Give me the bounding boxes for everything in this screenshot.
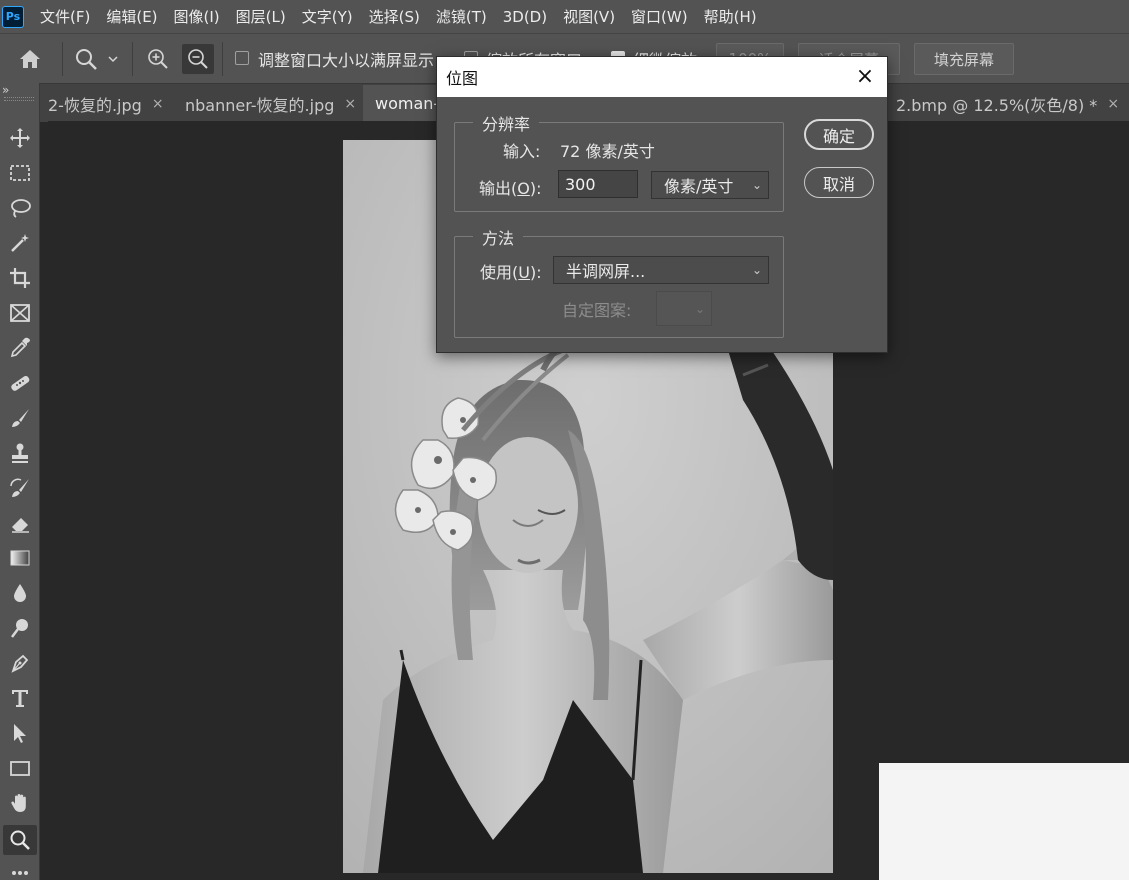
menu-select[interactable]: 选择(S) [369,6,420,27]
custom-pattern-label: 自定图案: [562,301,632,320]
input-resolution-value: 72 像素/英寸 [560,142,655,161]
ok-button[interactable]: 确定 [804,119,874,150]
output-resolution-input[interactable]: 300 [558,170,638,198]
menu-bar: Ps 文件(F) 编辑(E) 图像(I) 图层(L) 文字(Y) 选择(S) 滤… [0,0,1129,33]
menu-image[interactable]: 图像(I) [174,6,220,27]
tab-document-1[interactable]: 2-恢复的.jpg × [40,85,177,122]
eraser-tool-icon[interactable] [3,508,37,538]
zoom-tool-preset-icon[interactable] [70,44,102,74]
zoom-in-icon[interactable] [142,44,174,74]
menu-layer[interactable]: 图层(L) [236,6,286,27]
close-icon[interactable]: × [152,96,164,112]
type-tool-icon[interactable] [3,683,37,713]
menu-edit[interactable]: 编辑(E) [106,6,157,27]
path-selection-tool-icon[interactable] [3,718,37,748]
close-icon[interactable]: × [1107,96,1119,112]
tab-label: 2.bmp @ 12.5%(灰色/8) * [896,95,1098,115]
menu-file[interactable]: 文件(F) [40,6,90,27]
tab-document-2[interactable]: nbanner-恢复的.jpg × [173,85,370,122]
separator [62,42,63,76]
input-resolution-label: 输入: [503,142,541,161]
close-icon[interactable]: × [853,64,877,89]
menu-3d[interactable]: 3D(D) [503,8,547,26]
collapse-panel-icon[interactable]: » [2,83,9,97]
tab-label: 2-恢复的.jpg [48,95,142,115]
separator [222,42,223,76]
separator [132,42,133,76]
panel-grip[interactable] [4,97,34,101]
history-brush-tool-icon[interactable] [3,473,37,503]
hand-tool-icon[interactable] [3,788,37,818]
bitmap-dialog: 位图 × 分辨率 输入: 72 像素/英寸 输出(O): 300 像素/英寸 ⌄… [436,56,888,353]
output-unit-select[interactable]: 像素/英寸 ⌄ [651,171,769,199]
close-icon[interactable]: × [344,96,356,112]
chevron-down-icon[interactable] [102,44,124,74]
more-tools-icon[interactable] [3,860,37,880]
home-icon[interactable] [14,44,46,74]
cancel-button[interactable]: 取消 [804,167,874,198]
zoom-tool-icon[interactable] [3,825,37,855]
menu-help[interactable]: 帮助(H) [704,6,757,27]
zoom-out-icon[interactable] [182,44,214,74]
dodge-tool-icon[interactable] [3,613,37,643]
method-group: 方法 [454,225,784,338]
dialog-title: 位图 [446,69,479,88]
chevron-down-icon: ⌄ [751,263,762,277]
fill-screen-button[interactable]: 填充屏幕 [914,43,1014,75]
pen-tool-icon[interactable] [3,648,37,678]
tools-panel: » [0,83,40,880]
tab-label: nbanner-恢复的.jpg [185,95,335,115]
output-resolution-label: 输出(O): [479,179,542,198]
tab-document-4[interactable]: 2.bmp @ 12.5%(灰色/8) * × [884,85,1129,122]
crop-tool-icon[interactable] [3,263,37,293]
gradient-tool-icon[interactable] [3,543,37,573]
clone-stamp-tool-icon[interactable] [3,438,37,468]
brush-tool-icon[interactable] [3,403,37,433]
blur-tool-icon[interactable] [3,578,37,608]
menu-filter[interactable]: 滤镜(T) [436,6,487,27]
resize-windows-label: 调整窗口大小以满屏显示 [258,51,435,70]
healing-brush-tool-icon[interactable] [3,368,37,398]
dialog-titlebar[interactable]: 位图 × [437,57,887,97]
tab-label: woman-i [375,94,444,113]
resize-windows-checkbox[interactable] [235,51,249,65]
chevron-down-icon: ⌄ [694,302,705,316]
use-method-label: 使用(U): [480,263,542,282]
method-group-title: 方法 [473,225,524,249]
magic-wand-tool-icon[interactable] [3,228,37,258]
menu-window[interactable]: 窗口(W) [631,6,688,27]
rectangle-tool-icon[interactable] [3,753,37,783]
photoshop-logo: Ps [2,5,24,28]
method-value: 半调网屏... [566,262,646,281]
frame-tool-icon[interactable] [3,298,37,328]
lasso-tool-icon[interactable] [3,193,37,223]
menu-view[interactable]: 视图(V) [563,6,615,27]
eyedropper-tool-icon[interactable] [3,333,37,363]
output-unit-value: 像素/英寸 [664,177,734,196]
menu-type[interactable]: 文字(Y) [302,6,353,27]
watermark-overlay [879,763,1129,880]
marquee-tool-icon[interactable] [3,158,37,188]
move-tool-icon[interactable] [3,123,37,153]
resolution-group-title: 分辨率 [473,111,540,135]
method-select[interactable]: 半调网屏... ⌄ [553,256,769,284]
chevron-down-icon: ⌄ [751,178,762,192]
custom-pattern-select[interactable]: ⌄ [656,291,712,326]
